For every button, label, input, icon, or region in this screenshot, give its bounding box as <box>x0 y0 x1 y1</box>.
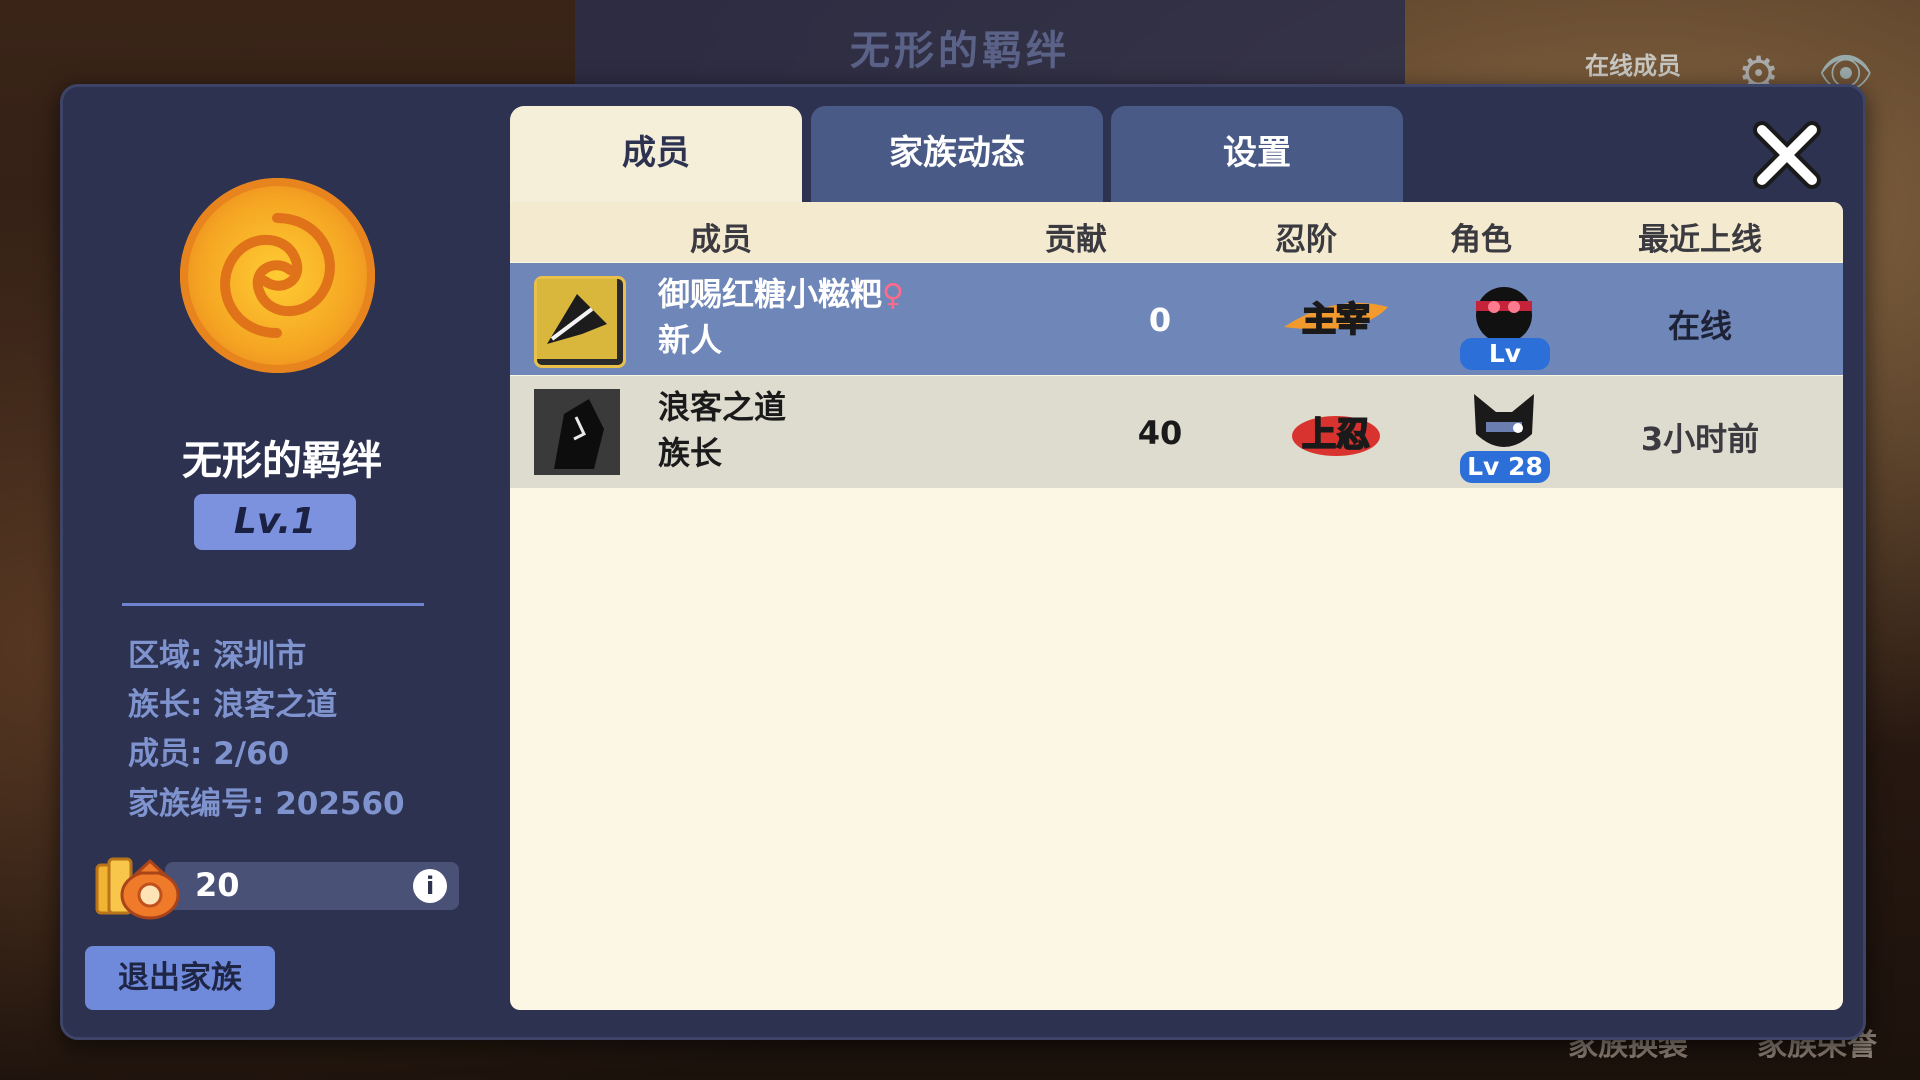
online-members-label: 在线成员 <box>1585 52 1681 80</box>
clan-leader: 族长: 浪客之道 <box>128 687 338 723</box>
clan-member-count: 成员: 2/60 <box>128 736 290 772</box>
close-icon[interactable] <box>1752 120 1822 190</box>
clan-name: 无形的羁绊 <box>182 438 382 484</box>
member-last-online: 在线 <box>1667 307 1732 345</box>
clan-region: 区域: 深圳市 <box>128 638 307 674</box>
header-last-online: 最近上线 <box>1638 222 1762 258</box>
avatar <box>534 389 620 475</box>
female-icon: ♀ <box>882 278 904 313</box>
header-contribution: 贡献 <box>1045 222 1107 258</box>
member-contribution: 0 <box>1148 301 1172 339</box>
clan-emblem-icon <box>180 178 375 373</box>
member-last-online: 3小时前 <box>1640 420 1760 458</box>
clan-funds-value: 20 <box>195 866 240 904</box>
rank-badge: 主宰 <box>1280 287 1392 351</box>
table-row[interactable]: 御赐红糖小糍粑♀ 新人 0 主宰 Lv 110 在线 <box>510 263 1843 400</box>
table-row[interactable]: 浪客之道 族长 40 上忍 Lv 28 3小时前 <box>510 376 1843 488</box>
member-title: 族长 <box>658 434 723 472</box>
tab-members[interactable]: 成员 <box>510 106 802 202</box>
header-role: 角色 <box>1450 222 1512 258</box>
avatar <box>534 276 626 368</box>
clan-level-badge: Lv.1 <box>194 494 356 550</box>
rank-badge: 上忍 <box>1280 400 1392 464</box>
divider <box>122 603 424 606</box>
header-rank: 忍阶 <box>1275 222 1337 258</box>
tab-settings[interactable]: 设置 <box>1111 106 1403 202</box>
role-level: Lv 28 <box>1460 451 1550 483</box>
tab-clan-activity[interactable]: 家族动态 <box>811 106 1103 202</box>
header-member: 成员 <box>690 222 752 258</box>
exit-clan-button[interactable]: 退出家族 <box>85 946 275 1010</box>
role-level: Lv 110 <box>1460 338 1550 400</box>
member-contribution: 40 <box>1137 414 1183 452</box>
coin-bag-icon <box>95 845 180 920</box>
rank-label: 上忍 <box>1302 415 1370 455</box>
member-table: 成员 贡献 忍阶 角色 最近上线 御赐红糖小糍粑♀ 新人 0 主宰 Lv 在线 … <box>510 202 1843 1010</box>
member-name: 浪客之道 <box>658 388 787 426</box>
clan-id: 家族编号: 202560 <box>128 786 405 822</box>
member-title: 新人 <box>658 321 723 359</box>
rank-label: 主宰 <box>1302 300 1370 340</box>
table-header: 成员 贡献 忍阶 角色 最近上线 <box>510 202 1843 262</box>
member-name: 御赐红糖小糍粑 <box>658 275 883 313</box>
